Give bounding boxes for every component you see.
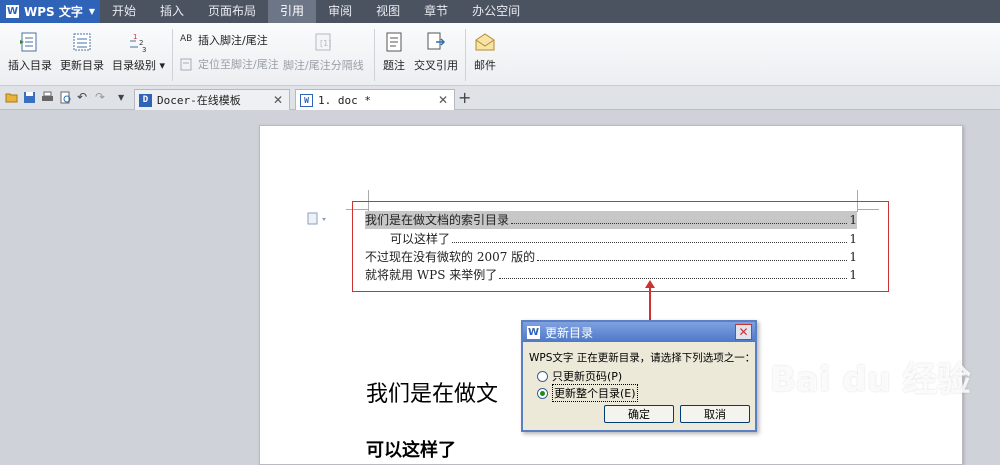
tab-document-1[interactable]: W 1. doc * ✕ <box>295 89 455 110</box>
update-toc-dialog: W 更新目录 ✕ WPS文字 正在更新目录，请选择下列选项之一： 只更新页码(P… <box>521 320 757 432</box>
toc-entry-page: 1 <box>849 268 857 282</box>
svg-text:[1]: [1] <box>320 39 331 48</box>
tab-references[interactable]: 引用 <box>268 0 317 23</box>
svg-text:1: 1 <box>133 33 137 41</box>
update-toc-label: 更新目录 <box>60 59 104 72</box>
app-name: WPS 文字 <box>24 5 83 19</box>
cross-reference-button[interactable]: 交叉引用 <box>414 23 458 73</box>
mail-label: 邮件 <box>474 59 496 72</box>
toc-entry[interactable]: 可以这样了 1 <box>390 230 857 248</box>
open-folder-icon[interactable] <box>5 91 18 104</box>
toc-entry[interactable]: 就将就用 WPS 来举例了 1 <box>365 266 857 284</box>
paragraph-options-icon[interactable] <box>307 212 329 226</box>
toc-level-label: 目录级别 ▾ <box>112 59 166 72</box>
app-menu-button[interactable]: W WPS 文字 ▼ <box>0 0 100 23</box>
toc-entry-page: 1 <box>849 250 857 264</box>
separator-line-icon: [1] <box>315 33 332 51</box>
tab-page-layout[interactable]: 页面布局 <box>196 0 268 23</box>
ribbon-separator <box>374 29 375 81</box>
update-toc-icon <box>73 33 91 51</box>
close-icon[interactable]: ✕ <box>273 93 283 107</box>
insert-footnote-label: 插入脚注/尾注 <box>198 34 268 47</box>
footnote-separator-button[interactable]: [1] 脚注/尾注分隔线 <box>283 23 364 73</box>
close-icon[interactable]: ✕ <box>438 93 448 107</box>
cross-reference-label: 交叉引用 <box>414 59 458 72</box>
dialog-title-bar[interactable]: W 更新目录 <box>523 322 755 342</box>
chevron-down-icon: ▼ <box>88 7 95 16</box>
update-toc-button[interactable]: 更新目录 <box>60 23 104 73</box>
radio-update-entire-toc[interactable]: 更新整个目录(E) <box>537 384 638 402</box>
goto-footnote-icon <box>180 58 192 70</box>
ribbon-separator <box>172 29 173 81</box>
new-tab-icon[interactable]: + <box>458 88 471 107</box>
goto-footnote-button[interactable]: 定位至脚注/尾注 <box>180 56 279 72</box>
dialog-title: 更新目录 <box>545 325 594 340</box>
document-tab-bar: ↶ ↷ ▼ D Docer-在线模板 ✕ W 1. doc * ✕ + <box>0 86 1000 110</box>
toc-entry-text: 不过现在没有微软的 2007 版的 <box>365 250 536 264</box>
caption-label: 题注 <box>383 59 405 72</box>
toc-entry[interactable]: 不过现在没有微软的 2007 版的 1 <box>365 248 857 266</box>
print-icon[interactable] <box>41 91 54 104</box>
radio-button[interactable] <box>537 370 548 382</box>
dialog-close-button[interactable]: ✕ <box>735 324 752 340</box>
docer-logo-icon: D <box>139 93 152 107</box>
caption-icon <box>386 32 402 52</box>
save-icon[interactable] <box>23 91 36 104</box>
mail-icon <box>475 33 495 51</box>
radio-label: 更新整个目录(E) <box>552 384 638 402</box>
cancel-button[interactable]: 取消 <box>680 405 750 423</box>
toc-entry-page: 1 <box>849 213 857 227</box>
footnote-icon: AB <box>180 33 193 44</box>
tab-review[interactable]: 审阅 <box>316 0 364 23</box>
radio-update-pages-only[interactable]: 只更新页码(P) <box>537 368 622 384</box>
toc-entry[interactable]: 我们是在做文档的索引目录 1 <box>365 211 857 229</box>
insert-footnote-button[interactable]: AB 插入脚注/尾注 <box>180 32 268 48</box>
redo-icon[interactable]: ↷ <box>95 91 108 104</box>
cross-reference-icon <box>427 32 446 50</box>
print-preview-icon[interactable] <box>59 91 72 104</box>
radio-label: 只更新页码(P) <box>552 370 623 383</box>
toc-entry-text: 就将就用 WPS 来举例了 <box>365 268 498 282</box>
ok-button[interactable]: 确定 <box>604 405 674 423</box>
tab-docer-templates[interactable]: D Docer-在线模板 ✕ <box>134 89 290 110</box>
ribbon: 插入目录 更新目录 12 3 目录级别 ▾ AB 插入脚注/尾注 定位至脚注/尾… <box>0 23 1000 86</box>
toc-entry-text: 我们是在做文档的索引目录 <box>365 213 510 227</box>
wps-logo-icon: W <box>527 325 540 339</box>
footnote-separator-label: 脚注/尾注分隔线 <box>283 59 364 72</box>
document-heading-2: 可以这样了 <box>366 440 456 461</box>
radio-button-selected[interactable] <box>537 387 548 399</box>
toc-level-icon: 12 3 <box>129 33 146 53</box>
annotation-arrow <box>649 284 651 320</box>
ribbon-separator <box>465 29 466 81</box>
toc-entry-page: 1 <box>849 232 857 246</box>
tab-office-space[interactable]: 办公空间 <box>460 0 532 23</box>
toc-level-button[interactable]: 12 3 目录级别 ▾ <box>112 23 165 73</box>
insert-toc-button[interactable]: 插入目录 <box>8 23 52 73</box>
document-heading-1: 我们是在做文 <box>366 382 499 407</box>
baidu-watermark-url: jingyan.baidu.com <box>800 410 920 425</box>
insert-toc-label: 插入目录 <box>8 59 52 72</box>
toc-entry-text: 可以这样了 <box>390 232 451 246</box>
wps-logo-icon: W <box>6 5 19 18</box>
insert-toc-icon <box>20 32 37 52</box>
tab-label: 1. doc * <box>318 93 371 107</box>
tab-home[interactable]: 开始 <box>100 0 148 23</box>
tab-view[interactable]: 视图 <box>364 0 412 23</box>
undo-icon[interactable]: ↶ <box>77 91 90 104</box>
dialog-message: WPS文字 正在更新目录，请选择下列选项之一： <box>529 352 756 364</box>
word-doc-icon: W <box>300 93 313 107</box>
menu-bar: W WPS 文字 ▼ 开始 插入 页面布局 引用 审阅 视图 章节 办公空间 <box>0 0 1000 23</box>
goto-footnote-label: 定位至脚注/尾注 <box>198 58 279 71</box>
tab-label: Docer-在线模板 <box>157 94 241 107</box>
svg-text:3: 3 <box>142 46 146 53</box>
quick-access-dropdown-icon[interactable]: ▼ <box>118 91 131 104</box>
tab-chapter[interactable]: 章节 <box>412 0 460 23</box>
tab-insert[interactable]: 插入 <box>148 0 196 23</box>
baidu-watermark: Bai du 经验 <box>770 360 971 400</box>
caption-button[interactable]: 题注 <box>383 23 405 73</box>
mail-button[interactable]: 邮件 <box>474 23 496 73</box>
